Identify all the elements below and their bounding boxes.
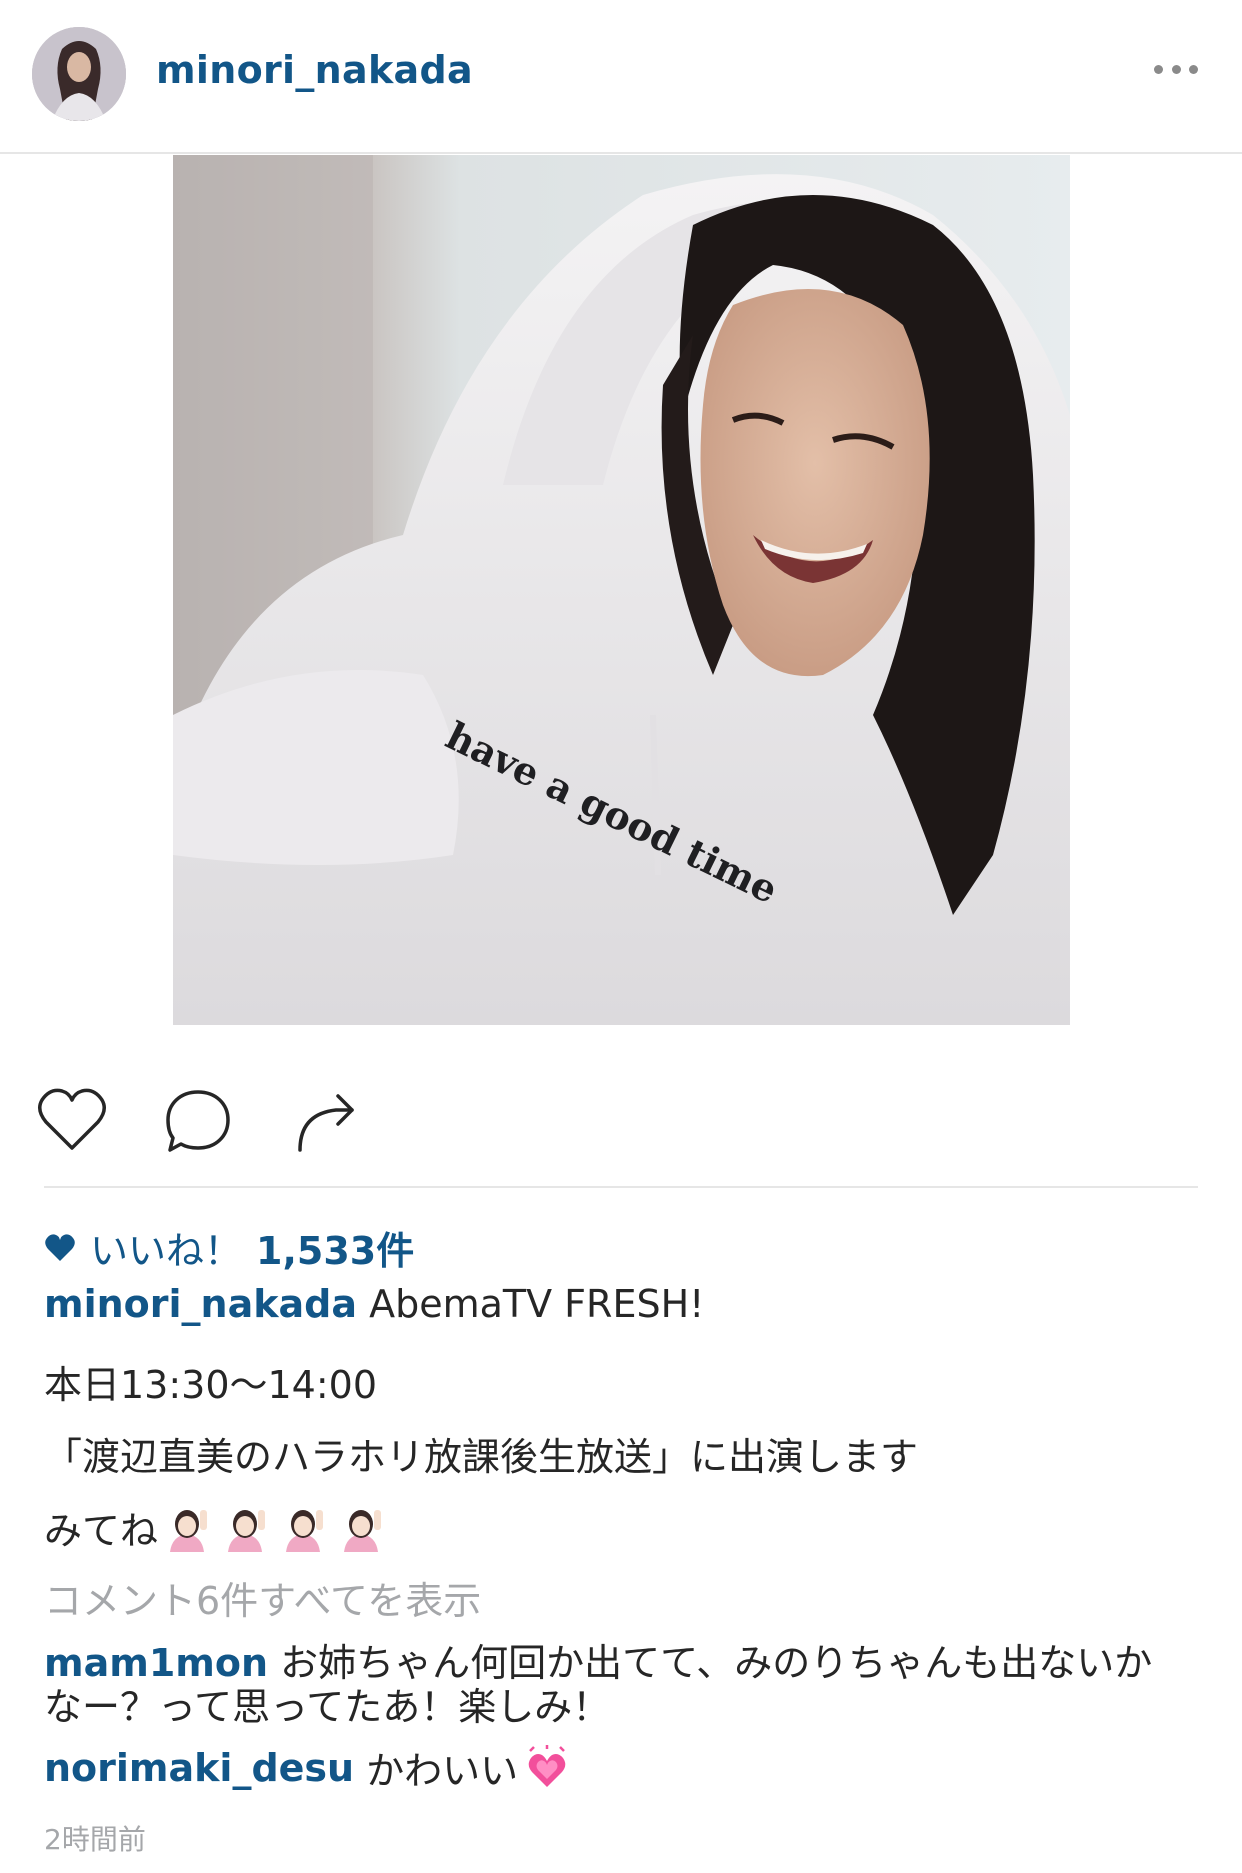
post-photo[interactable]: have a good time bbox=[173, 155, 1070, 1025]
caption-username[interactable]: minori_nakada bbox=[44, 1282, 357, 1326]
caption-line: 本日13:30〜14:00 bbox=[44, 1363, 378, 1407]
ellipsis-icon bbox=[1154, 64, 1163, 74]
more-options-button[interactable] bbox=[1154, 62, 1198, 76]
share-button[interactable] bbox=[288, 1080, 368, 1160]
divider bbox=[44, 1186, 1198, 1188]
person-raising-hand-emoji bbox=[228, 1509, 266, 1552]
comment: norimaki_desu かわいい bbox=[44, 1740, 570, 1795]
person-raising-hand-emoji bbox=[170, 1509, 208, 1552]
likes-number: 1,533件 bbox=[256, 1229, 415, 1273]
likes-count[interactable]: いいね！ 1,533件 bbox=[44, 1220, 414, 1275]
post-header: minori_nakada bbox=[0, 0, 1242, 154]
growing-heart-emoji bbox=[528, 1744, 566, 1787]
view-all-comments-link[interactable]: コメント6件すべてを表示 bbox=[44, 1570, 481, 1625]
speech-bubble-icon bbox=[166, 1090, 230, 1152]
comment-username[interactable]: norimaki_desu bbox=[44, 1746, 354, 1790]
person-raising-hand-emoji bbox=[344, 1509, 382, 1552]
action-bar bbox=[0, 1080, 1242, 1160]
person-raising-hand-emoji bbox=[286, 1509, 324, 1552]
caption-line: 「渡辺直美のハラホリ放課後生放送」に出演します bbox=[44, 1435, 919, 1479]
post-timestamp: 2時間前 bbox=[44, 1823, 146, 1856]
avatar[interactable] bbox=[32, 27, 126, 121]
share-arrow-icon bbox=[298, 1094, 354, 1152]
comment-text: かわいい bbox=[366, 1749, 519, 1793]
comment-button[interactable] bbox=[158, 1080, 238, 1160]
heart-outline-icon bbox=[38, 1088, 106, 1150]
emoji-group bbox=[164, 1504, 396, 1552]
caption-line: みてね bbox=[44, 1500, 396, 1555]
instagram-post: minori_nakada have a good time いいね！ 1,53… bbox=[0, 0, 1242, 1873]
like-button[interactable] bbox=[32, 1080, 112, 1160]
caption-text: AbemaTV FRESH! bbox=[369, 1282, 705, 1326]
header-username[interactable]: minori_nakada bbox=[156, 48, 473, 92]
comment-text-continued: なー？って思ってたあ！楽しみ！ bbox=[44, 1685, 611, 1729]
heart-filled-icon bbox=[45, 1233, 75, 1261]
caption-text: みてね bbox=[44, 1509, 159, 1553]
caption-line: minori_nakada AbemaTV FRESH! bbox=[44, 1282, 704, 1326]
likes-label: いいね！ bbox=[90, 1229, 243, 1273]
